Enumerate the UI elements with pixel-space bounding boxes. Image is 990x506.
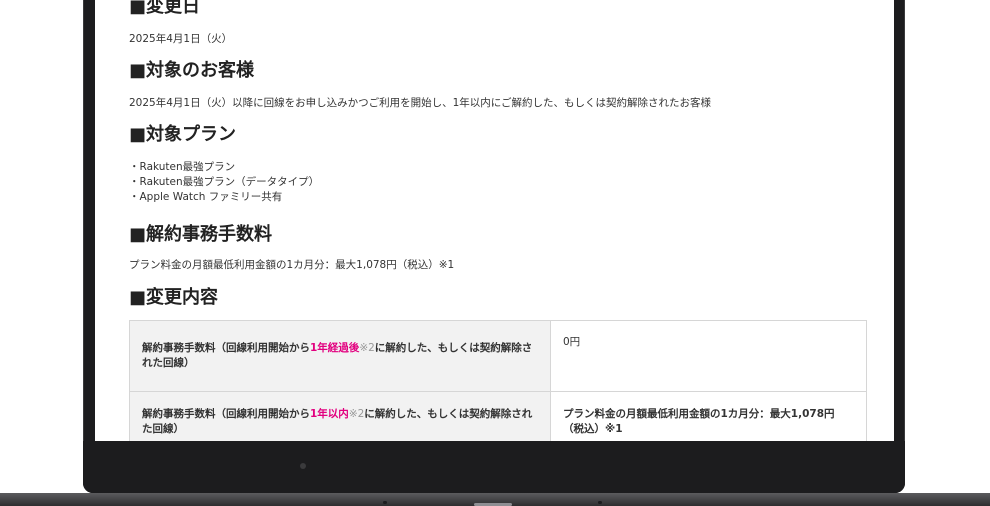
table-row-label: 解約事務手数料（回線利用開始から1年経過後※2に解約した、もしくは契約解除された… [129, 320, 551, 392]
target-plans-list: ・Rakuten最強プラン ・Rakuten最強プラン（データタイプ） ・App… [129, 160, 319, 205]
laptop-foot-left [383, 501, 387, 504]
camera-dot [300, 463, 306, 469]
list-item: ・Rakuten最強プラン [129, 161, 236, 173]
label-prefix: 解約事務手数料（回線利用開始から [142, 408, 310, 420]
label-accent: 1年経過後 [310, 342, 360, 354]
list-item: ・Apple Watch ファミリー共有 [129, 191, 283, 203]
laptop-mockup: ■変更日 2025年4月1日（火） ■対象のお客様 2025年4月1日（火）以降… [0, 0, 990, 506]
table-row-value: プラン料金の月額最低利用金額の1カ月分：最大1,078円（税込）※1 [550, 391, 867, 441]
cancellation-fee-text: プラン料金の月額最低利用金額の1カ月分：最大1,078円（税込）※1 [129, 259, 455, 271]
table-row-label: 解約事務手数料（回線利用開始から1年以内※2に解約した、もしくは契約解除された回… [129, 391, 551, 441]
cancellation-fee-heading: ■解約事務手数料 [129, 224, 273, 245]
laptop-screen: ■変更日 2025年4月1日（火） ■対象のお客様 2025年4月1日（火）以降… [95, 0, 894, 441]
label-accent: 1年以内 [310, 408, 349, 420]
laptop-bezel-chin [83, 441, 905, 493]
target-customers-heading: ■対象のお客様 [129, 60, 255, 81]
table-row-value: 0円 [550, 320, 867, 392]
target-customers-text: 2025年4月1日（火）以降に回線をお申し込みかつご利用を開始し、1年以内にご解… [129, 97, 712, 109]
target-plans-heading: ■対象プラン [129, 124, 237, 145]
label-note: ※2 [348, 408, 365, 420]
change-date-text: 2025年4月1日（火） [129, 33, 233, 45]
change-details-table: 解約事務手数料（回線利用開始から1年経過後※2に解約した、もしくは契約解除された… [129, 320, 867, 441]
change-date-heading: ■変更日 [129, 0, 201, 17]
laptop-foot-right [598, 501, 602, 504]
list-item: ・Rakuten最強プラン（データタイプ） [129, 176, 320, 188]
label-prefix: 解約事務手数料（回線利用開始から [142, 342, 310, 354]
table-row: 解約事務手数料（回線利用開始から1年経過後※2に解約した、もしくは契約解除された… [129, 320, 867, 392]
label-note: ※2 [359, 342, 375, 354]
table-row: 解約事務手数料（回線利用開始から1年以内※2に解約した、もしくは契約解除された回… [129, 391, 867, 441]
change-details-heading: ■変更内容 [129, 287, 219, 308]
